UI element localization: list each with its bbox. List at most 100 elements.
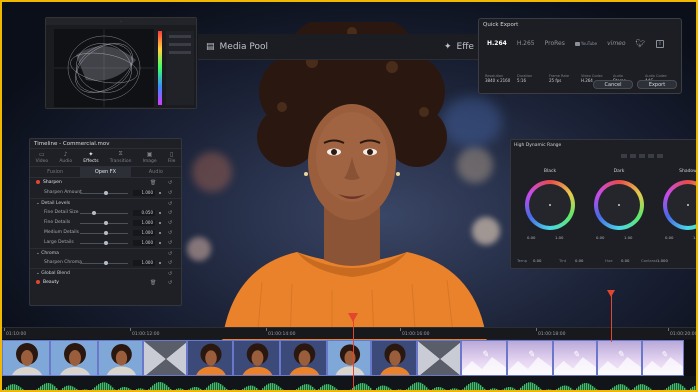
parameter-value-field[interactable]: 1.000 xyxy=(133,220,155,226)
delete-icon[interactable]: 🗑︎ xyxy=(150,278,156,288)
waveform-bar xyxy=(510,387,512,390)
parameter-value-field[interactable]: 1.000 xyxy=(133,240,155,246)
wheel-puck[interactable] xyxy=(549,204,551,206)
parameter-value-field[interactable]: 1.000 xyxy=(133,190,155,196)
playhead-marker[interactable] xyxy=(348,313,358,322)
reset-icon[interactable]: ↺ xyxy=(168,188,172,198)
media-pool-button[interactable]: ▤ Media Pool xyxy=(206,42,268,52)
video-clip[interactable]: ✎ xyxy=(461,340,507,376)
parameter-value-field[interactable]: 1.000 xyxy=(133,260,155,266)
video-clip[interactable] xyxy=(371,340,417,376)
secondary-playhead-marker[interactable] xyxy=(607,290,615,297)
transition-clip[interactable] xyxy=(143,340,187,376)
hdr-control-value[interactable]: 1.000 xyxy=(657,258,668,263)
reset-icon[interactable]: ↺ xyxy=(168,238,172,248)
video-clip[interactable] xyxy=(327,340,371,376)
hdr-control-value[interactable]: 0.00 xyxy=(575,258,583,263)
tab-file[interactable]: ▯ File xyxy=(168,151,176,164)
tab-transition[interactable]: ⧖ Transition xyxy=(110,150,132,164)
video-clip[interactable]: ✎ xyxy=(507,340,553,376)
section-row[interactable]: ⌄ Chroma ↺ xyxy=(30,248,181,258)
reset-icon[interactable]: ↺ xyxy=(168,278,172,288)
format-h264[interactable]: H.264 xyxy=(487,40,507,47)
slider-knob[interactable] xyxy=(104,231,109,235)
delete-icon[interactable]: 🗑︎ xyxy=(150,178,156,188)
effect-row[interactable]: Sharpen 🗑︎ ↺ xyxy=(30,178,181,188)
saturation-value[interactable]: 1.00 xyxy=(624,235,632,240)
color-wheel[interactable] xyxy=(663,180,696,230)
format-youtube[interactable]: YouTube xyxy=(574,41,597,46)
effects-button[interactable]: ✦ Effe xyxy=(444,42,474,52)
reset-icon[interactable]: ↺ xyxy=(168,208,172,218)
reset-icon[interactable]: ↺ xyxy=(168,178,172,188)
tab-audio[interactable]: ♪ Audio xyxy=(59,151,72,164)
format-twitter[interactable]: 🐦︎ xyxy=(636,39,646,48)
cancel-button[interactable]: Cancel xyxy=(593,80,633,89)
video-clip[interactable]: ✎ xyxy=(553,340,597,376)
format-prores[interactable]: ProRes xyxy=(545,40,565,47)
parameter-row[interactable]: Fine Details 1.000 ↺ xyxy=(30,218,181,228)
video-clip[interactable] xyxy=(98,340,143,376)
parameter-row[interactable]: Large Details 1.000 ↺ xyxy=(30,238,181,248)
keyframe-icon[interactable] xyxy=(159,242,161,244)
parameter-row[interactable]: Sharpen Amount 1.000 ↺ xyxy=(30,188,181,198)
keyframe-icon[interactable] xyxy=(159,262,161,264)
slider-knob[interactable] xyxy=(104,241,109,245)
reset-icon[interactable]: ↺ xyxy=(168,258,172,268)
subtab-open-fx[interactable]: Open FX xyxy=(80,167,131,177)
keyframe-icon[interactable] xyxy=(159,232,161,234)
tab-effects[interactable]: ✦ Effects xyxy=(83,151,98,164)
subtab-audio[interactable]: Audio xyxy=(131,167,181,177)
format-h265[interactable]: H.265 xyxy=(517,40,535,47)
color-wheel[interactable] xyxy=(525,180,575,230)
section-row[interactable]: ⌄ Detail Levels ↺ xyxy=(30,198,181,208)
video-clip[interactable] xyxy=(50,340,98,376)
keyframe-icon[interactable] xyxy=(159,212,161,214)
subtab-fusion[interactable]: Fusion xyxy=(30,167,80,177)
video-clip[interactable] xyxy=(2,340,50,376)
parameter-row[interactable]: Medium Details 1.000 ↺ xyxy=(30,228,181,238)
parameter-row[interactable]: Sharpen Chroma 1.000 ↺ xyxy=(30,258,181,268)
tab-video[interactable]: ▭ Video xyxy=(36,151,49,164)
video-clip[interactable] xyxy=(187,340,233,376)
reset-icon[interactable]: ↺ xyxy=(168,218,172,228)
reset-icon[interactable]: ↺ xyxy=(168,228,172,238)
exposure-value[interactable]: 0.00 xyxy=(527,235,535,240)
parameter-value-field[interactable]: 0.050 xyxy=(133,210,155,216)
exposure-value[interactable]: 0.00 xyxy=(665,235,673,240)
section-row[interactable]: ⌄ Global Blend ↺ xyxy=(30,268,181,278)
tab-image[interactable]: ▣ Image xyxy=(143,151,157,164)
slider-knob[interactable] xyxy=(104,221,109,225)
parameter-row[interactable]: Fine Detail Size 0.050 ↺ xyxy=(30,208,181,218)
export-button[interactable]: Export xyxy=(637,80,677,89)
effect-row[interactable]: Beauty 🗑︎ ↺ xyxy=(30,278,181,288)
effect-enabled-icon[interactable] xyxy=(36,179,40,184)
keyframe-icon[interactable] xyxy=(159,192,161,194)
slider-knob[interactable] xyxy=(92,211,97,215)
waveform-bar xyxy=(620,384,622,390)
video-clip[interactable] xyxy=(280,340,327,376)
video-clip[interactable]: ✎ xyxy=(642,340,684,376)
slider-knob[interactable] xyxy=(104,191,109,195)
parameter-slider[interactable] xyxy=(80,212,128,214)
hdr-control-value[interactable]: 0.00 xyxy=(533,258,541,263)
format-upload[interactable]: ⇪ xyxy=(655,39,664,48)
wheel-puck[interactable] xyxy=(618,204,620,206)
saturation-value[interactable]: 1.00 xyxy=(555,235,563,240)
saturation-value[interactable]: 1.00 xyxy=(693,235,696,240)
hdr-control-value[interactable]: 0.00 xyxy=(621,258,629,263)
keyframe-icon[interactable] xyxy=(159,222,161,224)
effect-enabled-icon[interactable] xyxy=(36,279,40,284)
video-clip[interactable]: ✎ xyxy=(597,340,642,376)
color-wheel[interactable] xyxy=(594,180,644,230)
wheel-puck[interactable] xyxy=(687,204,689,206)
transition-clip[interactable] xyxy=(417,340,461,376)
parameter-value-field[interactable]: 1.000 xyxy=(133,230,155,236)
exposure-value[interactable]: 0.00 xyxy=(596,235,604,240)
format-vimeo[interactable]: vimeo xyxy=(607,40,625,47)
slider-knob[interactable] xyxy=(104,261,109,265)
vectorscope-window[interactable]: · xyxy=(45,17,197,109)
timeline-ruler[interactable]: 01:10:00 01:00:12:00 01:00:14:00 01:00:16:0… xyxy=(2,327,696,339)
waveform-bar xyxy=(466,385,468,390)
video-clip[interactable] xyxy=(233,340,280,376)
